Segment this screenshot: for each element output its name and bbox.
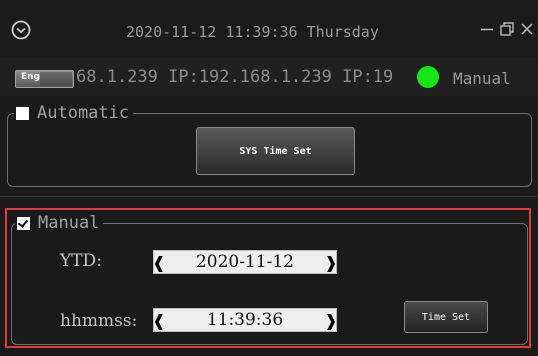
automatic-checkbox[interactable] (16, 106, 29, 120)
chevron-right-icon[interactable]: ❱ (324, 308, 337, 332)
mode-text: Manual (453, 69, 511, 88)
language-toggle-button[interactable]: Eng. (15, 70, 74, 88)
minimize-icon[interactable] (478, 20, 496, 38)
title-datetime: 2020-11-12 11:39:36 Thursday (126, 23, 379, 41)
chevron-left-icon[interactable]: ❰ (152, 250, 165, 274)
restore-icon[interactable] (498, 20, 516, 38)
chevron-left-icon[interactable]: ❰ (152, 308, 165, 332)
divider (0, 196, 538, 197)
date-value: 2020-11-12 (195, 252, 294, 272)
language-toggle-knob (40, 72, 72, 86)
automatic-label: Automatic (37, 103, 130, 123)
sys-time-set-button[interactable]: SYS Time Set (196, 127, 355, 175)
time-value: 11:39:36 (206, 310, 284, 330)
close-icon[interactable] (518, 20, 536, 38)
date-spinbox[interactable]: ❰ 2020-11-12 ❱ (152, 250, 338, 274)
sys-time-set-label: SYS Time Set (239, 145, 312, 157)
time-set-label: Time Set (421, 311, 471, 323)
clock-circle-icon[interactable] (11, 20, 31, 40)
time-spinbox[interactable]: ❰ 11:39:36 ❱ (152, 308, 338, 332)
time-label: hhmmss: (60, 311, 138, 331)
time-set-button[interactable]: Time Set (404, 301, 488, 333)
ip-address-text: 68.1.239 IP:192.168.1.239 IP:19 (76, 67, 394, 87)
chevron-right-icon[interactable]: ❱ (324, 250, 337, 274)
manual-checkbox[interactable] (17, 216, 30, 230)
automatic-legend[interactable]: Automatic (14, 103, 134, 123)
connection-status-indicator (417, 66, 439, 88)
manual-label: Manual (38, 213, 100, 233)
date-label: YTD: (60, 251, 102, 271)
title-bar: 2020-11-12 11:39:36 Thursday (0, 0, 538, 58)
manual-legend[interactable]: Manual (15, 213, 104, 233)
time-settings-window: 2020-11-12 11:39:36 Thursday Eng. 68.1.2… (0, 0, 538, 356)
